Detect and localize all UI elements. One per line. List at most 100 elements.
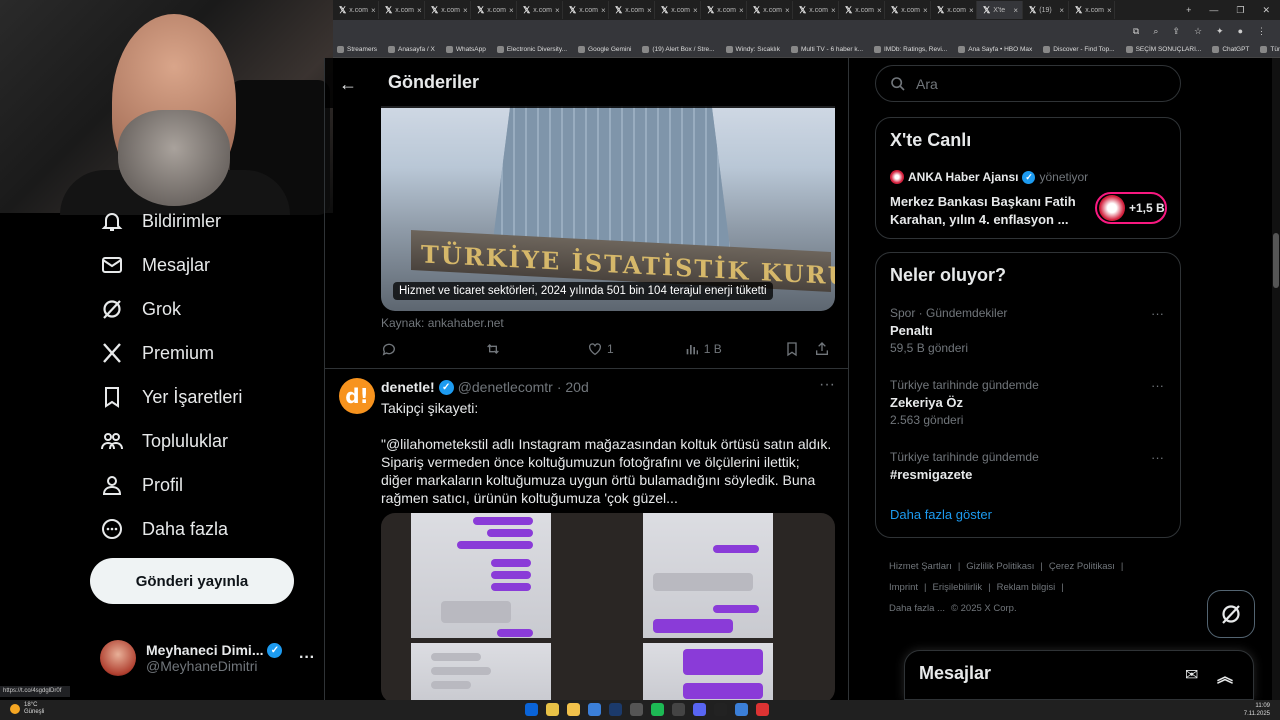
grok-button[interactable]	[1207, 590, 1255, 638]
views-button[interactable]: 1 B	[684, 341, 722, 357]
reply-button[interactable]	[381, 341, 397, 357]
minimize-icon[interactable]: —	[1209, 5, 1218, 16]
close-icon[interactable]: ×	[1059, 6, 1064, 15]
browser-tab[interactable]: 𝕏x.com ×	[839, 1, 885, 19]
browser-tab[interactable]: 𝕏x.com ×	[931, 1, 977, 19]
close-icon[interactable]: ×	[739, 6, 744, 15]
app-icon[interactable]	[735, 703, 748, 716]
link-source[interactable]: Kaynak: ankahaber.net	[381, 316, 504, 330]
live-headline[interactable]: Merkez Bankası Başkanı Fatih Karahan, yı…	[890, 193, 1090, 229]
bookmark-item[interactable]: Windy: Sıcaklık	[725, 46, 780, 53]
back-arrow-icon[interactable]: ←	[339, 74, 357, 95]
weather-widget[interactable]: 18°C Güneşli	[10, 702, 44, 716]
trend-more-icon[interactable]: ···	[1151, 450, 1164, 465]
profile-avatar-icon[interactable]: ●	[1238, 26, 1243, 36]
bookmark-item[interactable]: Multi TV - 6 haber k...	[790, 46, 863, 53]
bookmark-item[interactable]: Anasayfa / X	[387, 46, 435, 53]
share-button[interactable]	[814, 341, 830, 357]
bookmark-item[interactable]: Google Gemini	[578, 46, 631, 53]
close-icon[interactable]: ×	[877, 6, 882, 15]
extension-icon[interactable]: ⧉	[1133, 26, 1139, 37]
live-source[interactable]: ANKA Haber Ajansı ✓ yönetiyor	[890, 170, 1088, 184]
browser-tab[interactable]: 𝕏 (19) ×	[1023, 1, 1069, 19]
footer-link[interactable]: Çerez Politikası	[1049, 561, 1115, 572]
close-icon[interactable]: ×	[785, 6, 790, 15]
bookmark-item[interactable]: ChatGPT	[1212, 46, 1249, 53]
bookmark-item[interactable]: (19) Alert Box / Stre...	[642, 46, 715, 53]
close-icon[interactable]: ×	[509, 6, 514, 15]
like-button[interactable]: 1	[587, 341, 614, 357]
footer-link[interactable]: Gizlilik Politikası	[966, 561, 1034, 572]
browser-tab[interactable]: 𝕏 X'te ×	[977, 1, 1023, 19]
trend-more-icon[interactable]: ···	[1151, 306, 1164, 321]
sidebar-item-mesajlar[interactable]: Mesajlar	[100, 253, 210, 277]
scrollbar-thumb[interactable]	[1273, 233, 1279, 288]
footer-link[interactable]: © 2025 X Corp.	[951, 603, 1017, 614]
tweet-author-name[interactable]: denetle!	[381, 379, 435, 395]
app-icon[interactable]	[672, 703, 685, 716]
browser-tab[interactable]: 𝕏x.com ×	[379, 1, 425, 19]
more-icon[interactable]: ···	[299, 649, 315, 667]
sidebar-item-grok[interactable]: Grok	[100, 297, 181, 321]
footer-link[interactable]: Imprint	[889, 582, 918, 593]
bookmark-item[interactable]: Streamers	[337, 46, 377, 53]
trend-item[interactable]: Spor · Gündemdekiler Penaltı 59,5 B gönd…	[890, 306, 1170, 355]
menu-icon[interactable]: ⋮	[1257, 26, 1266, 37]
share-icon[interactable]: ⇪	[1172, 26, 1180, 37]
bookmark-item[interactable]: Discover - Find Top...	[1043, 46, 1115, 53]
browser-tab[interactable]: 𝕏x.com ×	[655, 1, 701, 19]
sidebar-item-daha-fazla[interactable]: Daha fazla	[100, 517, 228, 541]
browser-tab[interactable]: 𝕏x.com ×	[517, 1, 563, 19]
browser-tab[interactable]: 𝕏x.com ×	[701, 1, 747, 19]
post-button[interactable]: Gönderi yayınla	[90, 558, 294, 604]
close-icon[interactable]: ×	[647, 6, 652, 15]
account-switcher[interactable]: Meyhaneci Dimi... ✓ @MeyhaneDimitri ···	[100, 636, 315, 680]
app-icon[interactable]	[588, 703, 601, 716]
tweet-avatar[interactable]: d!	[339, 378, 375, 414]
browser-tab[interactable]: 𝕏x.com ×	[885, 1, 931, 19]
extensions-icon[interactable]: ✦	[1216, 26, 1224, 37]
footer-link[interactable]: Daha fazla ...	[889, 603, 945, 614]
browser-tab[interactable]: 𝕏x.com ×	[563, 1, 609, 19]
tweet-media-grid[interactable]	[381, 513, 835, 700]
bookmark-item[interactable]: Tüm Yer İşaretleri	[1260, 46, 1280, 53]
trend-more-icon[interactable]: ···	[1151, 378, 1164, 393]
browser-tab[interactable]: 𝕏x.com ×	[609, 1, 655, 19]
bookmark-item[interactable]: WhatsApp	[445, 46, 486, 53]
page-scrollbar[interactable]	[1272, 58, 1280, 700]
close-icon[interactable]: ×	[417, 6, 422, 15]
footer-link[interactable]: Reklam bilgisi	[997, 582, 1056, 593]
messages-drawer[interactable]: Mesajlar ✉ ︽	[904, 650, 1254, 700]
bookmark-item[interactable]: IMDb: Ratings, Revi...	[874, 46, 947, 53]
system-clock[interactable]: 11:09 7.11.2025	[1244, 702, 1270, 718]
star-icon[interactable]: ☆	[1194, 26, 1202, 37]
sidebar-item-premium[interactable]: Premium	[100, 341, 214, 365]
live-listener-count[interactable]: +1,5 B	[1095, 192, 1167, 224]
sidebar-item-profil[interactable]: Profil	[100, 473, 183, 497]
sidebar-item-bildirimler[interactable]: Bildirimler	[100, 209, 221, 233]
chrome-icon[interactable]	[546, 703, 559, 716]
footer-link[interactable]: Erişilebilirlik	[933, 582, 983, 593]
browser-tab[interactable]: 𝕏x.com ×	[747, 1, 793, 19]
close-icon[interactable]: ×	[831, 6, 836, 15]
app-icon[interactable]	[714, 703, 727, 716]
new-message-icon[interactable]: ✉	[1185, 665, 1198, 685]
browser-tab[interactable]: 𝕏x.com ×	[793, 1, 839, 19]
tweet-image[interactable]: TÜRKİYE İSTATİSTİK KURUMU Hizmet ve tica…	[381, 106, 835, 311]
app-icon[interactable]	[630, 703, 643, 716]
obs-icon[interactable]	[756, 703, 769, 716]
tweet-author-handle[interactable]: @denetlecomtr	[458, 379, 553, 395]
expand-icon[interactable]: ︽	[1217, 663, 1233, 687]
sidebar-item-yer-i-şaretleri[interactable]: Yer İşaretleri	[100, 385, 242, 409]
bookmark-item[interactable]: Ana Sayfa • HBO Max	[958, 46, 1032, 53]
folder-icon[interactable]	[567, 703, 580, 716]
bookmark-item[interactable]: Electronic Diversity...	[496, 46, 567, 53]
new-tab-icon[interactable]: +	[1186, 5, 1191, 16]
tweet-more-icon[interactable]: ···	[819, 376, 835, 394]
browser-tab[interactable]: 𝕏x.com ×	[1069, 1, 1115, 19]
close-icon[interactable]: ×	[463, 6, 468, 15]
close-icon[interactable]: ×	[1107, 6, 1112, 15]
bookmark-button[interactable]	[784, 341, 800, 357]
maximize-icon[interactable]: ❐	[1236, 5, 1244, 16]
close-icon[interactable]: ×	[371, 6, 376, 15]
